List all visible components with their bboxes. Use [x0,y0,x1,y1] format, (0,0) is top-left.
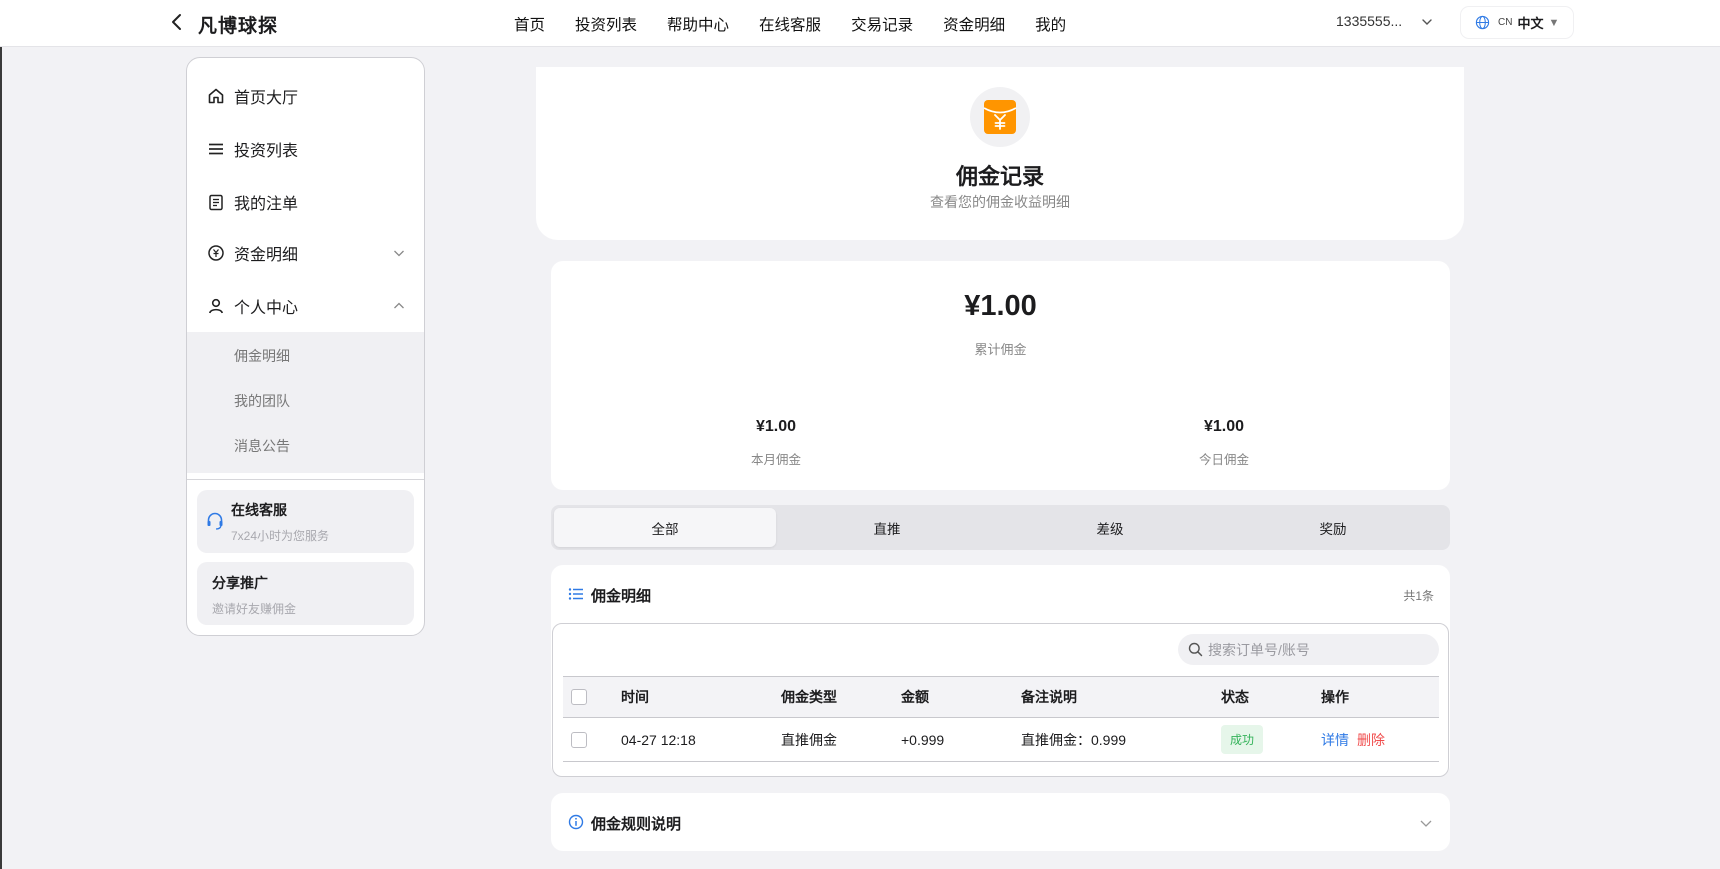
page-subtitle: 查看您的佣金收益明细 [930,194,1070,210]
column-header-type: 佣金类型 [781,689,837,705]
commission-summary-card: ¥1.00 累计佣金 ¥1.00 本月佣金 ¥1.00 今日佣金 [551,261,1450,490]
delete-link[interactable]: 删除 [1357,730,1385,750]
sidebar-item-lobby[interactable]: 首页大厅 [187,71,424,121]
column-header-time: 时间 [621,689,649,705]
row-status-cell: 成功 [1221,718,1264,761]
icon-circle [970,87,1030,147]
chevron-down-icon [1420,820,1432,827]
row-select-cell [571,718,587,761]
month-commission-value: ¥1.00 [755,418,797,435]
online-service-subtitle: 7x24小时为您服务 [231,529,330,543]
sidebar: 首页大厅 投资列表 我的注单 资金明细 个人中心 佣金明细 我的团队 消息公告 … [186,57,425,636]
tab-direct[interactable]: 直推 [776,508,998,547]
commission-detail-card: 佣金明细 共1条 时间 佣金类型 金额 备注说明 状态 操作 04-27 12:… [551,565,1450,777]
row-amount: +0.999 [901,731,945,748]
account-name[interactable]: 1335555... [1336,13,1402,29]
chevron-down-icon[interactable] [1420,15,1434,29]
sidebar-item-label: 投资列表 [234,143,299,160]
chevron-down-icon [394,250,404,257]
record-count: 共1条 [1403,589,1434,603]
sidebar-item-label: 首页大厅 [234,90,299,107]
detail-title: 佣金明细 [591,588,652,605]
select-all-cell [571,677,587,717]
headset-icon [207,512,223,530]
sidebar-divider [187,479,424,480]
row-note: 直推佣金：0.999 [1021,731,1127,748]
sidebar-item-label: 我的注单 [234,196,299,213]
page-title: 佣金记录 [955,164,1044,189]
sidebar-subitem-announcements[interactable]: 消息公告 [234,436,290,456]
nav-mine[interactable]: 我的 [1035,13,1066,35]
nav-fund-details[interactable]: 资金明细 [943,13,1005,35]
share-promotion-title: 分享推广 [212,575,268,591]
sidebar-item-label: 资金明细 [234,247,299,264]
select-all-checkbox[interactable] [571,689,587,705]
search-icon [1188,642,1203,657]
document-icon [209,194,223,211]
sidebar-item-personal-center[interactable]: 个人中心 [187,281,424,331]
row-time: 04-27 12:18 [621,731,696,748]
home-icon [208,88,224,104]
column-header-note: 备注说明 [1021,689,1077,705]
status-badge: 成功 [1221,725,1264,754]
nav-online-service[interactable]: 在线客服 [759,13,821,35]
share-promotion-card[interactable]: 分享推广 邀请好友赚佣金 [197,562,414,625]
commission-rules-panel[interactable]: 佣金规则说明 [551,793,1450,851]
tab-all[interactable]: 全部 [554,508,776,547]
commission-table-container: 时间 佣金类型 金额 备注说明 状态 操作 04-27 12:18 直推佣金 +… [552,623,1449,777]
chevron-up-icon [394,302,404,309]
top-nav: 首页 投资列表 帮助中心 在线客服 交易记录 资金明细 我的 [514,13,1096,35]
nav-home[interactable]: 首页 [514,13,545,35]
language-name: 中文 [1517,16,1544,31]
commission-header-card: 佣金记录 查看您的佣金收益明细 [536,67,1464,240]
total-commission-label: 累计佣金 [974,342,1027,357]
tab-reward[interactable]: 奖励 [1222,508,1444,547]
sidebar-item-label: 个人中心 [234,300,299,317]
sidebar-item-my-bets[interactable]: 我的注单 [187,177,424,227]
nav-trade-records[interactable]: 交易记录 [851,13,913,35]
column-header-actions: 操作 [1321,689,1349,705]
language-switcher[interactable]: CN 中文 ▼ [1461,7,1574,38]
row-type: 直推佣金 [781,731,837,748]
share-promotion-subtitle: 邀请好友赚佣金 [212,602,297,616]
total-commission-value: ¥1.00 [964,290,1037,322]
sidebar-item-invest-list[interactable]: 投资列表 [187,124,424,174]
language-code: CN [1498,17,1513,28]
window-edge [0,0,2,869]
globe-icon [1475,15,1490,30]
today-commission-label: 今日佣金 [1198,453,1249,467]
red-envelope-icon [983,100,1017,134]
sidebar-subitem-commission[interactable]: 佣金明细 [234,346,290,366]
column-header-status: 状态 [1221,689,1249,705]
column-header-amount: 金额 [901,689,929,705]
row-actions: 详情 删除 [1321,718,1385,761]
back-arrow-icon[interactable] [166,11,188,33]
list-bullets-icon [568,588,583,600]
brand-title: 凡博球探 [198,16,279,37]
today-commission-value: ¥1.00 [1203,418,1245,435]
online-service-card[interactable]: 在线客服 7x24小时为您服务 [197,490,414,553]
caret-down-icon: ▼ [1548,16,1560,29]
yuan-circle-icon [208,245,224,261]
user-icon [209,298,223,314]
detail-link[interactable]: 详情 [1321,730,1349,750]
list-icon [209,143,223,155]
info-icon [568,814,584,830]
commission-type-tabs: 全部 直推 差级 奖励 [551,505,1450,550]
sidebar-subitem-my-team[interactable]: 我的团队 [234,391,290,411]
top-bar: 凡博球探 首页 投资列表 帮助中心 在线客服 交易记录 资金明细 我的 1335… [0,0,1720,47]
personal-center-submenu: 佣金明细 我的团队 消息公告 [187,332,424,473]
search-box [1178,634,1439,665]
online-service-title: 在线客服 [231,502,287,518]
row-checkbox[interactable] [571,731,587,748]
table-row: 04-27 12:18 直推佣金 +0.999 直推佣金：0.999 成功 详情… [563,718,1439,762]
nav-help-center[interactable]: 帮助中心 [667,13,729,35]
search-input[interactable] [1208,634,1433,665]
tab-tier-difference[interactable]: 差级 [999,508,1221,547]
sidebar-item-fund-details[interactable]: 资金明细 [187,228,424,278]
table-header: 时间 佣金类型 金额 备注说明 状态 操作 [563,676,1439,718]
month-commission-label: 本月佣金 [750,453,801,467]
nav-invest-list[interactable]: 投资列表 [575,13,637,35]
rules-title: 佣金规则说明 [591,816,682,833]
